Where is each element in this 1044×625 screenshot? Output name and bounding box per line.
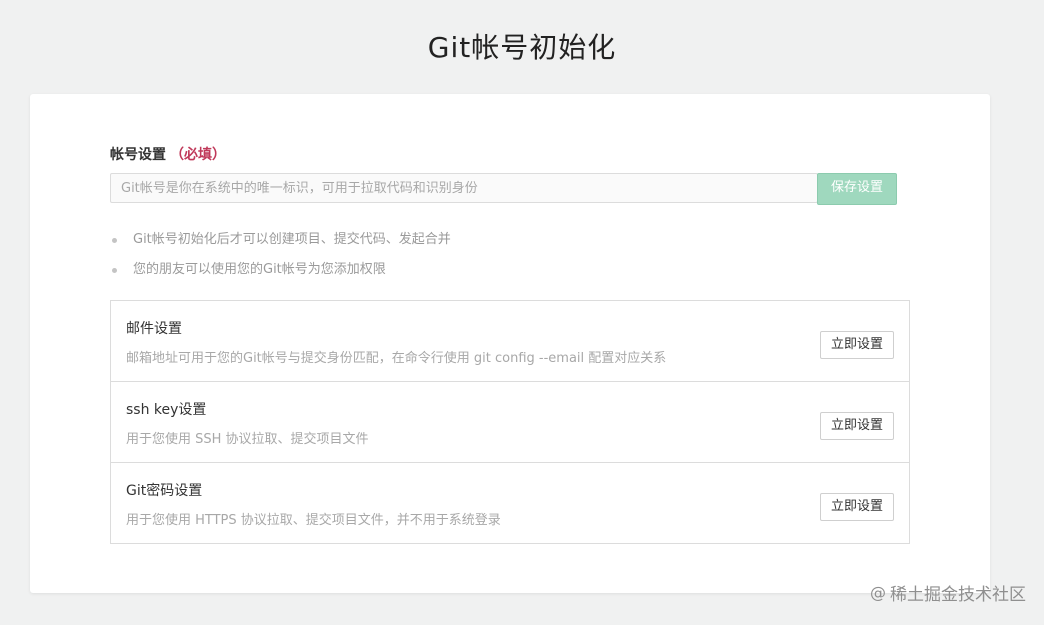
init-card: 帐号设置（必填） 保存设置 Git帐号初始化后才可以创建项目、提交代码、发起合并… xyxy=(30,94,990,593)
save-settings-button[interactable]: 保存设置 xyxy=(817,173,897,205)
setting-description: 用于您使用 SSH 协议拉取、提交项目文件 xyxy=(126,432,369,447)
setup-email-button[interactable]: 立即设置 xyxy=(819,331,894,359)
page-title: Git帐号初始化 xyxy=(427,31,617,64)
at-icon: @ xyxy=(870,583,886,602)
watermark-text: 稀土掘金技术社区 xyxy=(890,585,1026,605)
account-label: 帐号设置 xyxy=(110,147,166,163)
setting-description: 邮箱地址可用于您的Git帐号与提交身份匹配，在命令行使用 git config … xyxy=(126,351,667,366)
setting-description: 用于您使用 HTTPS 协议拉取、提交项目文件，并不用于系统登录 xyxy=(126,513,501,528)
setting-title: 邮件设置 xyxy=(126,321,182,337)
setting-title: Git密码设置 xyxy=(126,483,203,499)
required-label: （必填） xyxy=(170,147,226,163)
settings-list: 邮件设置 邮箱地址可用于您的Git帐号与提交身份匹配，在命令行使用 git co… xyxy=(110,300,910,544)
setting-row-ssh-key: ssh key设置 用于您使用 SSH 协议拉取、提交项目文件 立即设置 xyxy=(111,382,909,463)
bullet-icon xyxy=(112,238,117,243)
watermark: @ 稀土掘金技术社区 xyxy=(870,580,1026,605)
tip-text: 您的朋友可以使用您的Git帐号为您添加权限 xyxy=(133,262,386,277)
setting-row-email: 邮件设置 邮箱地址可用于您的Git帐号与提交身份匹配，在命令行使用 git co… xyxy=(111,301,909,382)
tips-list: Git帐号初始化后才可以创建项目、提交代码、发起合并 您的朋友可以使用您的Git… xyxy=(110,228,451,288)
setting-title: ssh key设置 xyxy=(126,402,207,418)
bullet-icon xyxy=(112,268,117,273)
account-section-label: 帐号设置 （必填） xyxy=(110,144,226,164)
tip-text: Git帐号初始化后才可以创建项目、提交代码、发起合并 xyxy=(133,232,451,247)
git-account-input[interactable] xyxy=(110,173,818,203)
setup-ssh-key-button[interactable]: 立即设置 xyxy=(819,412,894,440)
setup-git-password-button[interactable]: 立即设置 xyxy=(819,493,894,521)
tip-item: 您的朋友可以使用您的Git帐号为您添加权限 xyxy=(110,258,451,288)
tip-item: Git帐号初始化后才可以创建项目、提交代码、发起合并 xyxy=(110,228,451,258)
setting-row-git-password: Git密码设置 用于您使用 HTTPS 协议拉取、提交项目文件，并不用于系统登录… xyxy=(111,463,909,543)
